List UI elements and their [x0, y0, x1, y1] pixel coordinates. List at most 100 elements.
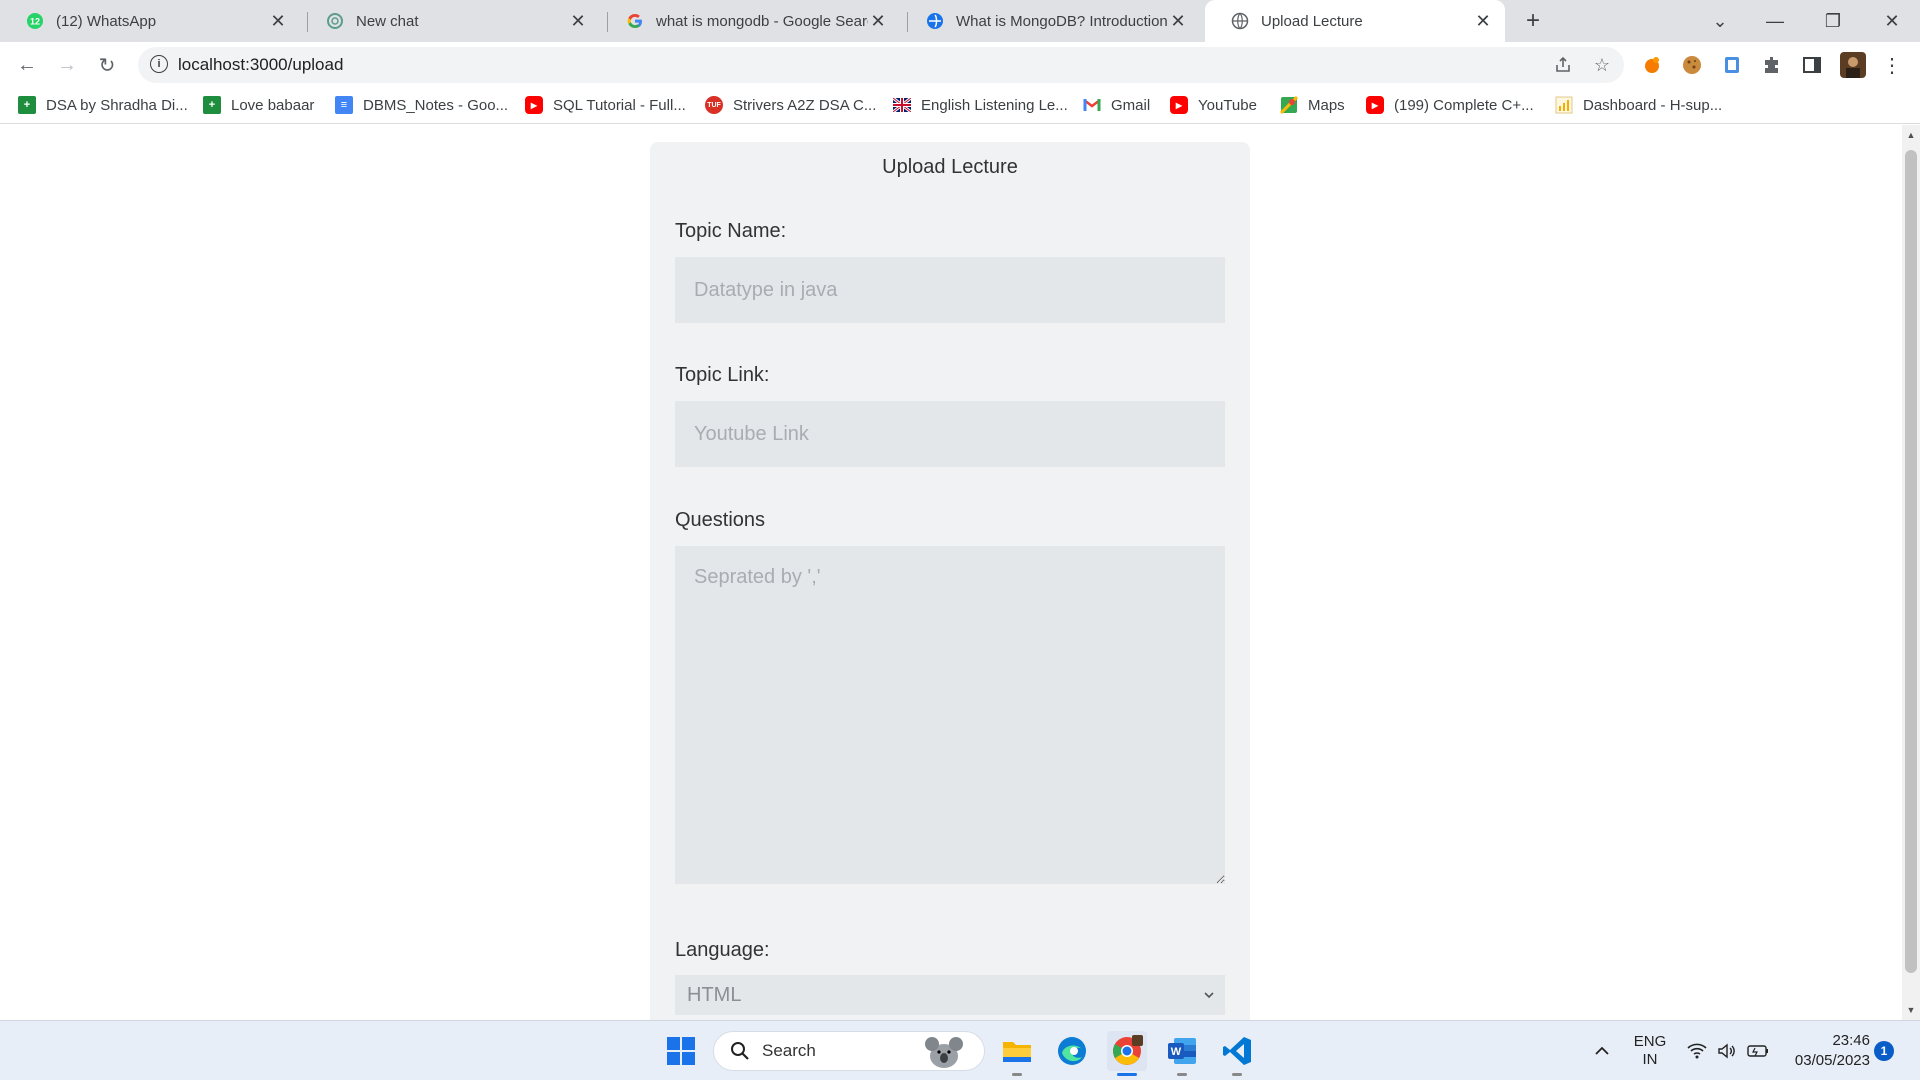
restore-icon[interactable]: ❐ [1813, 0, 1853, 42]
bookmark-item[interactable]: Maps [1280, 88, 1345, 122]
globe-icon [1231, 12, 1249, 30]
bookmark-label: YouTube [1198, 96, 1257, 114]
bookmark-item[interactable]: + DSA by Shradha Di... [18, 88, 188, 122]
profile-avatar[interactable] [1840, 52, 1866, 78]
language-select[interactable]: HTML [675, 975, 1225, 1015]
tab-mongodb-intro[interactable]: What is MongoDB? Introduction, ✕ [900, 0, 1200, 42]
vertical-scrollbar[interactable]: ▲ ▼ [1902, 125, 1920, 1020]
tab-search-chevron-icon[interactable]: ⌄ [1700, 0, 1740, 42]
search-label: Search [762, 1041, 816, 1060]
bookmark-label: Gmail [1111, 96, 1151, 114]
chrome-browser-icon[interactable] [1107, 1031, 1147, 1071]
form-title: Upload Lecture [882, 156, 1018, 178]
bookmark-label: (199) Complete C+... [1394, 96, 1534, 114]
extensions-puzzle-icon[interactable] [1760, 53, 1784, 77]
bookmark-label: DSA by Shradha Di... [46, 96, 188, 114]
system-clock[interactable]: 23:46 03/05/2023 [1780, 1031, 1870, 1071]
tab-new-chat[interactable]: New chat ✕ [300, 0, 600, 42]
language-indicator[interactable]: ENG IN [1630, 1021, 1670, 1081]
bookmark-item[interactable]: ≡ DBMS_Notes - Goo... [335, 88, 508, 122]
questions-label: Questions [675, 509, 766, 531]
running-indicator [1177, 1073, 1187, 1076]
sheets-icon: + [18, 96, 36, 114]
bookmark-label: SQL Tutorial - Full... [553, 96, 686, 114]
battery-icon[interactable] [1745, 1021, 1771, 1081]
close-icon[interactable]: ✕ [1168, 11, 1188, 31]
chart-icon [1555, 96, 1573, 114]
file-explorer-icon[interactable] [997, 1031, 1037, 1071]
chevron-up-icon[interactable] [1590, 1021, 1614, 1081]
whatsapp-badge: 12 [30, 17, 40, 27]
address-bar[interactable]: i localhost:3000/upload ☆ [138, 47, 1624, 83]
bookmark-label: Strivers A2Z DSA C... [733, 96, 877, 114]
questions-textarea[interactable] [675, 546, 1225, 884]
bookmark-item[interactable]: + Love babaar [203, 88, 314, 122]
youtube-icon: ▶ [525, 96, 543, 114]
lang-top: ENG [1633, 1033, 1667, 1050]
taskbar-search-box[interactable]: Search [713, 1031, 985, 1071]
notification-badge[interactable]: 1 [1874, 1041, 1894, 1061]
close-icon[interactable]: ✕ [568, 11, 588, 31]
speaker-icon[interactable] [1715, 1021, 1739, 1081]
wifi-icon[interactable] [1685, 1021, 1709, 1081]
side-panel-icon[interactable] [1800, 53, 1824, 77]
globe-icon [926, 12, 944, 30]
close-icon[interactable]: ✕ [268, 11, 288, 31]
forward-arrow-icon[interactable]: → [52, 50, 82, 80]
active-app-indicator [1117, 1073, 1137, 1076]
clock-date: 03/05/2023 [1794, 1052, 1870, 1069]
bookmark-item[interactable]: ▶ YouTube [1170, 88, 1257, 122]
docs-icon: ≡ [335, 96, 353, 114]
new-tab-button[interactable]: + [1520, 7, 1546, 34]
reload-icon[interactable]: ↻ [92, 50, 122, 80]
upload-form-card: Upload Lecture Topic Name: Topic Link: Q… [650, 142, 1250, 1020]
edge-browser-icon[interactable] [1052, 1031, 1092, 1071]
extension-doc-icon[interactable] [1720, 53, 1744, 77]
google-icon [626, 12, 644, 30]
more-menu-icon[interactable]: ⋮ [1880, 53, 1904, 77]
topic-link-label: Topic Link: [675, 364, 770, 386]
language-label: Language: [675, 939, 770, 961]
site-info-icon[interactable]: i [150, 55, 168, 73]
back-arrow-icon[interactable]: ← [12, 50, 42, 80]
bookmarks-bar: + DSA by Shradha Di... + Love babaar ≡ D… [0, 88, 1920, 124]
close-icon[interactable]: ✕ [868, 11, 888, 31]
cookie-icon[interactable] [1680, 53, 1704, 77]
tab-title: Upload Lecture [1261, 12, 1363, 30]
bookmark-star-icon[interactable]: ☆ [1591, 54, 1613, 76]
close-window-icon[interactable]: ✕ [1872, 0, 1912, 42]
bookmark-item[interactable]: ▶ (199) Complete C+... [1366, 88, 1534, 122]
tab-whatsapp[interactable]: 12 (12) WhatsApp ✕ [0, 0, 300, 42]
bookmark-item[interactable]: TUF Strivers A2Z DSA C... [705, 88, 876, 122]
word-app-icon[interactable]: W [1162, 1031, 1202, 1071]
close-icon[interactable]: ✕ [1473, 11, 1493, 31]
lang-bottom: IN [1642, 1051, 1658, 1068]
extension-orange-icon[interactable] [1640, 53, 1664, 77]
tab-google-search[interactable]: what is mongodb - Google Searc ✕ [600, 0, 900, 42]
koala-search-highlight-icon [916, 1034, 972, 1070]
bookmark-label: English Listening Le... [921, 96, 1068, 114]
vscode-app-icon[interactable] [1217, 1031, 1257, 1071]
topic-name-label: Topic Name: [675, 220, 787, 242]
windows-taskbar: Search W ENG IN 23:46 03/05/2023 1 [0, 1020, 1920, 1080]
tab-title: What is MongoDB? Introduction, [956, 12, 1168, 30]
whatsapp-icon: 12 [26, 12, 44, 30]
tab-upload-lecture[interactable]: Upload Lecture ✕ [1205, 0, 1505, 42]
bookmark-item[interactable]: English Listening Le... [893, 88, 1068, 122]
topic-link-input[interactable] [675, 401, 1225, 467]
scroll-up-arrow-icon[interactable]: ▲ [1902, 127, 1920, 143]
scrollbar-thumb[interactable] [1905, 150, 1917, 973]
bookmark-item[interactable]: Gmail [1083, 88, 1150, 122]
scroll-down-arrow-icon[interactable]: ▼ [1902, 1002, 1920, 1018]
windows-start-icon[interactable] [661, 1031, 701, 1071]
search-icon [730, 1041, 750, 1061]
bookmark-item[interactable]: Dashboard - H-sup... [1555, 88, 1722, 122]
chevron-down-icon [1199, 985, 1219, 1005]
bookmark-label: Maps [1308, 96, 1345, 114]
topic-name-input[interactable] [675, 257, 1225, 323]
tuf-icon: TUF [705, 96, 723, 114]
bookmark-item[interactable]: ▶ SQL Tutorial - Full... [525, 88, 686, 122]
minimize-icon[interactable]: — [1755, 0, 1795, 42]
share-icon[interactable] [1552, 54, 1574, 76]
running-indicator [1232, 1073, 1242, 1076]
